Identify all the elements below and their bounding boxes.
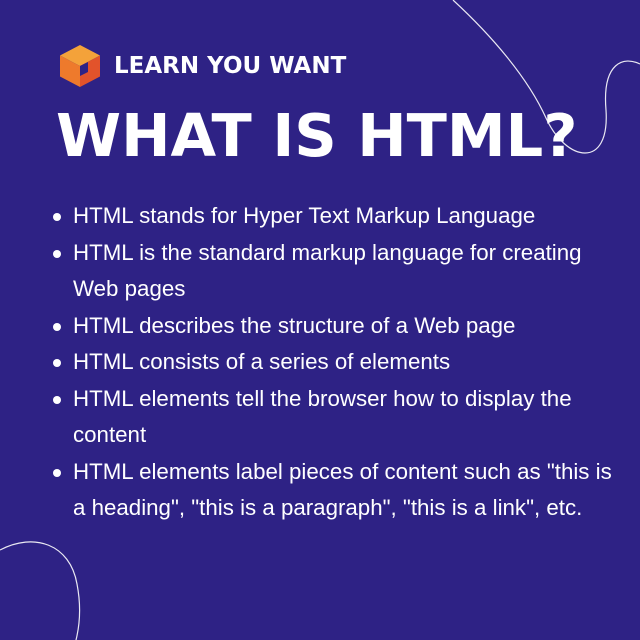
list-item-text: HTML elements tell the browser how to di… bbox=[73, 385, 572, 448]
bullet-dot bbox=[53, 359, 61, 367]
bullet-dot bbox=[53, 249, 61, 258]
list-item-text: HTML consists of a series of elements bbox=[73, 349, 451, 374]
list-item: HTML consists of a series of elements bbox=[50, 344, 625, 381]
list-item-text: HTML stands for Hyper Text Markup Langua… bbox=[73, 203, 536, 228]
list-item-text: HTML elements label pieces of content su… bbox=[73, 458, 612, 521]
isometric-cube-icon bbox=[60, 45, 100, 87]
list-item: HTML elements label pieces of content su… bbox=[50, 454, 625, 527]
list-item: HTML stands for Hyper Text Markup Langua… bbox=[50, 198, 625, 235]
bullet-dot bbox=[53, 468, 61, 477]
bullet-list: HTML stands for Hyper Text Markup Langua… bbox=[50, 198, 625, 527]
info-card: LEARN YOU WANT WHAT IS HTML? HTML stands… bbox=[0, 0, 640, 640]
brand-name: LEARN YOU WANT bbox=[114, 52, 347, 79]
brand: LEARN YOU WANT bbox=[58, 42, 346, 90]
bullet-dot bbox=[53, 213, 61, 221]
list-item: HTML is the standard markup language for… bbox=[50, 235, 625, 308]
list-item-text: HTML is the standard markup language for… bbox=[73, 239, 582, 302]
bullet-dot bbox=[53, 395, 61, 404]
bullet-dot bbox=[53, 322, 61, 331]
list-item: HTML describes the structure of a Web pa… bbox=[50, 308, 625, 345]
list-item-text: HTML describes the structure of a Web pa… bbox=[73, 312, 516, 338]
list-item: HTML elements tell the browser how to di… bbox=[50, 381, 625, 454]
bottom-left-curve bbox=[0, 541, 81, 640]
page-title: WHAT IS HTML? bbox=[56, 101, 578, 170]
